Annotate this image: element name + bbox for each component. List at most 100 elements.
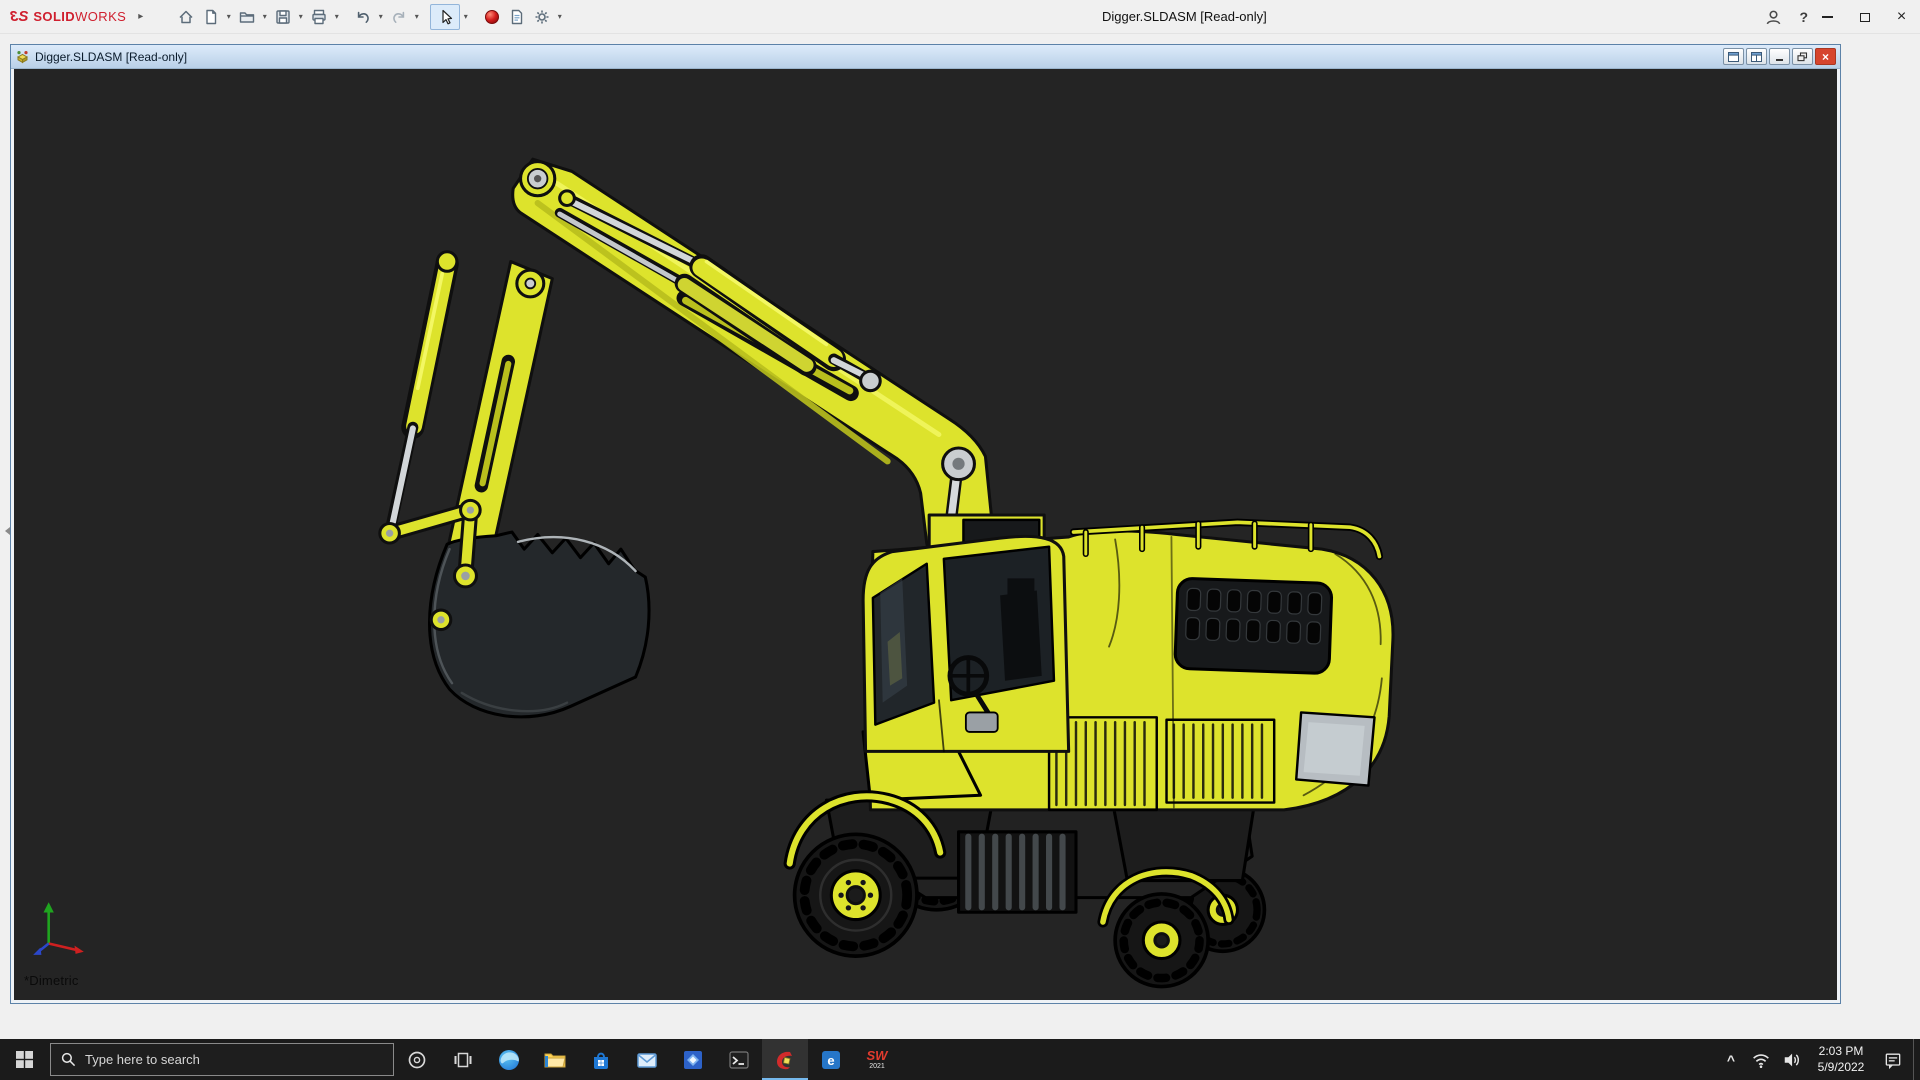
document-window: Digger.SLDASM [Read-only] × *Dimetric	[10, 44, 1841, 1004]
doc-window-tool-button-1[interactable]	[1723, 48, 1744, 65]
cortana-icon	[408, 1051, 426, 1068]
ds-logo-icon: 3	[10, 8, 19, 25]
engine-grille	[1173, 577, 1334, 675]
print-icon	[312, 9, 326, 24]
assembly-document-icon	[17, 51, 28, 64]
search-icon	[61, 1052, 76, 1067]
rebuild-button[interactable]	[479, 4, 504, 30]
options-button[interactable]	[529, 4, 554, 30]
home-icon	[179, 10, 193, 23]
toolbar-flyout-icon[interactable]: ▸	[138, 11, 143, 22]
network-button[interactable]	[1745, 1039, 1777, 1080]
edge-icon	[499, 1049, 519, 1070]
solidworks-icon	[777, 1051, 792, 1069]
taskbar: e SW 2021 ^ 2:03 PM 5/9/2022	[0, 1039, 1920, 1080]
document-title: Digger.SLDASM [Read-only]	[35, 49, 188, 64]
tray-expand-button[interactable]: ^	[1717, 1039, 1745, 1080]
account-icon[interactable]	[1764, 8, 1783, 27]
options-dropdown-arrow[interactable]: ▾	[554, 12, 565, 21]
graphics-viewport[interactable]: *Dimetric	[14, 69, 1837, 1000]
print-button[interactable]	[306, 4, 331, 30]
minimize-icon	[1822, 16, 1833, 18]
minimize-icon	[1775, 58, 1783, 61]
undo-icon	[357, 11, 369, 23]
speaker-icon	[1784, 1053, 1800, 1066]
pinned-photos[interactable]	[670, 1039, 716, 1080]
restore-icon	[1797, 51, 1808, 61]
app-minimize-button[interactable]	[1809, 0, 1846, 34]
windows-logo-icon	[15, 1051, 33, 1068]
doc-window-tool-button-2[interactable]	[1746, 48, 1767, 65]
screen: 3 S SOLID WORKS ▸ ▾ ▾ ▾ ▾ ▾ ▾ ▾ ▾ Digger…	[0, 0, 1920, 1080]
brand-solid: SOLID	[33, 9, 76, 24]
app-maximize-button[interactable]	[1846, 0, 1883, 34]
solidworks-2021-icon: SW 2021	[866, 1048, 888, 1070]
app-close-button[interactable]: ×	[1883, 0, 1920, 34]
edrawings-icon: e	[822, 1050, 840, 1069]
action-center-button[interactable]	[1873, 1039, 1913, 1080]
open-dropdown-arrow[interactable]: ▾	[259, 12, 270, 21]
save-button[interactable]	[270, 4, 295, 30]
open-button[interactable]	[234, 4, 259, 30]
redo-button[interactable]	[386, 4, 411, 30]
pinned-store[interactable]	[578, 1039, 624, 1080]
photos-icon	[684, 1050, 702, 1069]
excavator-model[interactable]	[14, 69, 1837, 1000]
home-button[interactable]	[173, 4, 198, 30]
help-icon[interactable]: ?	[1799, 9, 1808, 25]
file-properties-button[interactable]	[504, 4, 529, 30]
chevron-left-icon	[4, 527, 10, 535]
pinned-edrawings[interactable]: e	[808, 1039, 854, 1080]
window-split-icon	[1751, 51, 1762, 62]
doc-close-button[interactable]: ×	[1815, 48, 1836, 65]
search-input[interactable]	[85, 1052, 383, 1067]
clock-date: 5/9/2022	[1817, 1059, 1865, 1074]
taskbar-clock[interactable]: 2:03 PM 5/9/2022	[1809, 1039, 1873, 1080]
save-dropdown-arrow[interactable]: ▾	[295, 12, 306, 21]
select-cursor-icon	[442, 9, 453, 24]
app-title: Digger.SLDASM [Read-only]	[1102, 9, 1267, 24]
show-desktop-button[interactable]	[1913, 1039, 1920, 1080]
action-center-icon	[1885, 1053, 1901, 1069]
new-document-icon	[206, 9, 216, 24]
select-tool-button[interactable]	[430, 3, 461, 30]
window-pane-icon	[1728, 51, 1739, 62]
rebuild-red-ball-icon	[484, 9, 499, 24]
excavator-cab[interactable]	[861, 513, 1071, 753]
excavator-boom[interactable]	[511, 157, 996, 562]
doc-minimize-button[interactable]	[1769, 48, 1790, 65]
view-orientation-label: *Dimetric	[24, 973, 79, 988]
task-view-icon	[454, 1052, 472, 1067]
file-properties-icon	[511, 9, 522, 24]
pinned-file-explorer[interactable]	[532, 1039, 578, 1080]
new-document-button[interactable]	[198, 4, 223, 30]
start-button[interactable]	[0, 1039, 48, 1080]
taskbar-search[interactable]	[50, 1043, 394, 1076]
pinned-terminal[interactable]	[716, 1039, 762, 1080]
pinned-solidworks-2021[interactable]: SW 2021	[854, 1039, 900, 1080]
mail-icon	[637, 1052, 657, 1068]
task-view-button[interactable]	[440, 1039, 486, 1080]
app-titlebar[interactable]: 3 S SOLID WORKS ▸ ▾ ▾ ▾ ▾ ▾ ▾ ▾ ▾ Digger…	[0, 0, 1920, 34]
new-dropdown-arrow[interactable]: ▾	[223, 12, 234, 21]
pinned-mail[interactable]	[624, 1039, 670, 1080]
solidworks-logo: 3 S SOLID WORKS	[10, 8, 127, 25]
pinned-solidworks[interactable]	[762, 1039, 808, 1080]
undo-dropdown-arrow[interactable]: ▾	[375, 12, 386, 21]
cortana-button[interactable]	[394, 1039, 440, 1080]
orientation-triad[interactable]	[28, 896, 90, 958]
system-tray: ^ 2:03 PM 5/9/2022	[1717, 1039, 1920, 1080]
pinned-edge[interactable]	[486, 1039, 532, 1080]
select-dropdown-arrow[interactable]: ▾	[460, 12, 471, 21]
quick-access-toolbar: ▾ ▾ ▾ ▾ ▾ ▾ ▾ ▾	[173, 0, 565, 33]
undo-button[interactable]	[350, 4, 375, 30]
brand-works: WORKS	[75, 9, 127, 24]
volume-button[interactable]	[1777, 1039, 1809, 1080]
redo-dropdown-arrow[interactable]: ▾	[411, 12, 422, 21]
doc-restore-button[interactable]	[1792, 48, 1813, 65]
redo-icon	[392, 11, 404, 23]
wifi-icon	[1753, 1053, 1769, 1068]
document-titlebar[interactable]: Digger.SLDASM [Read-only] ×	[11, 45, 1840, 69]
print-dropdown-arrow[interactable]: ▾	[331, 12, 342, 21]
save-icon	[276, 9, 290, 24]
